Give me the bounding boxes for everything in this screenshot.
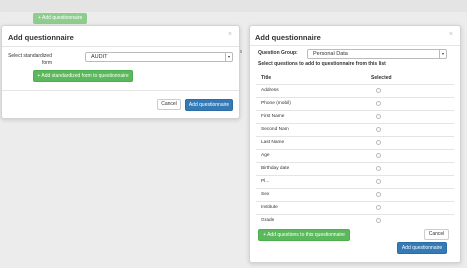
chevron-down-icon: ▾ <box>439 49 446 58</box>
add-questionnaire-button[interactable]: Add questionnaire <box>397 242 447 254</box>
table-row[interactable]: First Name <box>256 110 454 124</box>
select-radio[interactable] <box>376 127 381 132</box>
divider <box>2 46 239 47</box>
table-row[interactable]: Institute <box>256 201 454 215</box>
table-row[interactable]: Birthday date <box>256 162 454 176</box>
close-icon[interactable]: × <box>449 31 453 38</box>
table-row[interactable]: Sex <box>256 188 454 202</box>
table-row[interactable]: Phone (mobil) <box>256 97 454 111</box>
select-radio[interactable] <box>376 166 381 171</box>
question-title: Second Nam <box>261 127 289 132</box>
question-title: Grade <box>261 218 275 223</box>
column-header-selected: Selected <box>371 75 392 81</box>
question-group-label: Question Group: <box>258 50 298 56</box>
question-title: Address <box>261 88 279 93</box>
question-title: Institute <box>261 205 278 210</box>
question-title: Pl... <box>261 179 270 184</box>
add-standardized-form-button[interactable]: + Add standardized form to questionnaire <box>33 70 133 82</box>
chevron-down-icon: ▾ <box>225 52 232 61</box>
table-row[interactable]: Last Name <box>256 136 454 150</box>
select-radio[interactable] <box>376 205 381 210</box>
background-add-questionnaire-button[interactable]: + Add questionnaire <box>33 13 88 24</box>
standardized-form-label: Select standardized form <box>8 53 52 66</box>
question-title: Sex <box>261 192 270 197</box>
question-group-select[interactable]: Personal Data ▾ <box>307 49 447 59</box>
add-questionnaire-modal-standard: Add questionnaire × Select standardized … <box>1 25 240 119</box>
modal-title: Add questionnaire <box>8 33 74 42</box>
question-title: Birthday date <box>261 166 290 171</box>
background-header <box>0 0 467 12</box>
question-title: Phone (mobil) <box>261 101 291 106</box>
table-row[interactable]: Pl... <box>256 175 454 189</box>
question-title: Last Name <box>261 140 285 145</box>
question-title: Age <box>261 153 270 158</box>
table-row[interactable]: Grade <box>256 214 454 228</box>
select-radio[interactable] <box>376 101 381 106</box>
add-questionnaire-button[interactable]: Add questionnaire <box>185 99 233 111</box>
table-row[interactable]: Address <box>256 84 454 98</box>
table-row[interactable]: Age <box>256 149 454 163</box>
select-radio[interactable] <box>376 153 381 158</box>
add-questions-button[interactable]: + Add questions to this questionnaire <box>258 229 350 241</box>
modal-title: Add questionnaire <box>255 33 321 42</box>
add-questionnaire-modal-questions: Add questionnaire × Question Group: Pers… <box>249 25 461 263</box>
standardized-form-select[interactable]: AUDIT ▾ <box>85 52 233 62</box>
divider <box>2 90 239 91</box>
close-icon[interactable]: × <box>228 31 232 38</box>
column-header-title: Title <box>261 75 272 81</box>
select-radio[interactable] <box>376 179 381 184</box>
question-group-select-value: Personal Data <box>313 51 348 57</box>
instruction-text: Select questions to add to questionnaire… <box>258 61 386 67</box>
cancel-button[interactable]: Cancel <box>424 229 449 240</box>
cancel-button[interactable]: Cancel <box>157 99 181 110</box>
select-radio[interactable] <box>376 114 381 119</box>
select-radio[interactable] <box>376 192 381 197</box>
select-radio[interactable] <box>376 218 381 223</box>
table-row[interactable]: Second Nam <box>256 123 454 137</box>
divider <box>250 45 460 46</box>
select-radio[interactable] <box>376 88 381 93</box>
select-radio[interactable] <box>376 140 381 145</box>
standardized-form-select-value: AUDIT <box>91 54 108 60</box>
question-title: First Name <box>261 114 285 119</box>
